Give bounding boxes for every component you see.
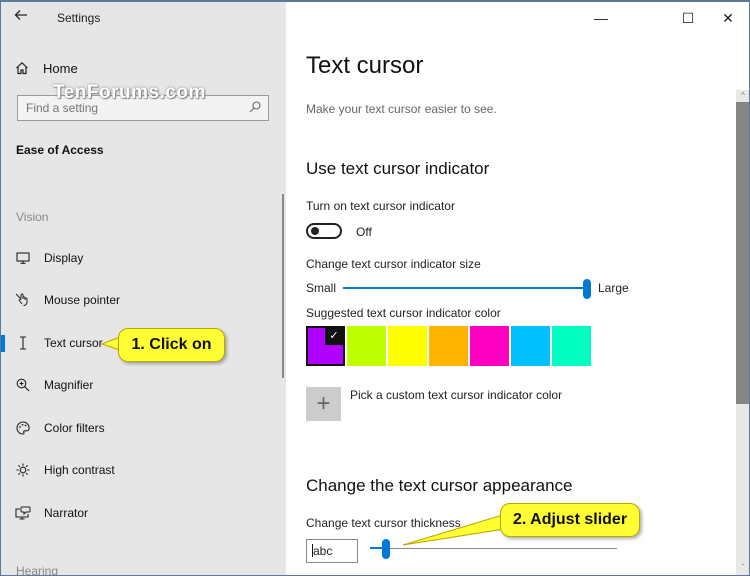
callout-pointers: [100, 334, 512, 546]
callout-adjust-slider: 2. Adjust slider: [500, 503, 640, 537]
callout-click-on: 1. Click on: [118, 328, 225, 362]
settings-window: Settings Home TenForums.com Ease of Acce…: [0, 0, 750, 576]
callout2-pointer: [402, 513, 512, 546]
